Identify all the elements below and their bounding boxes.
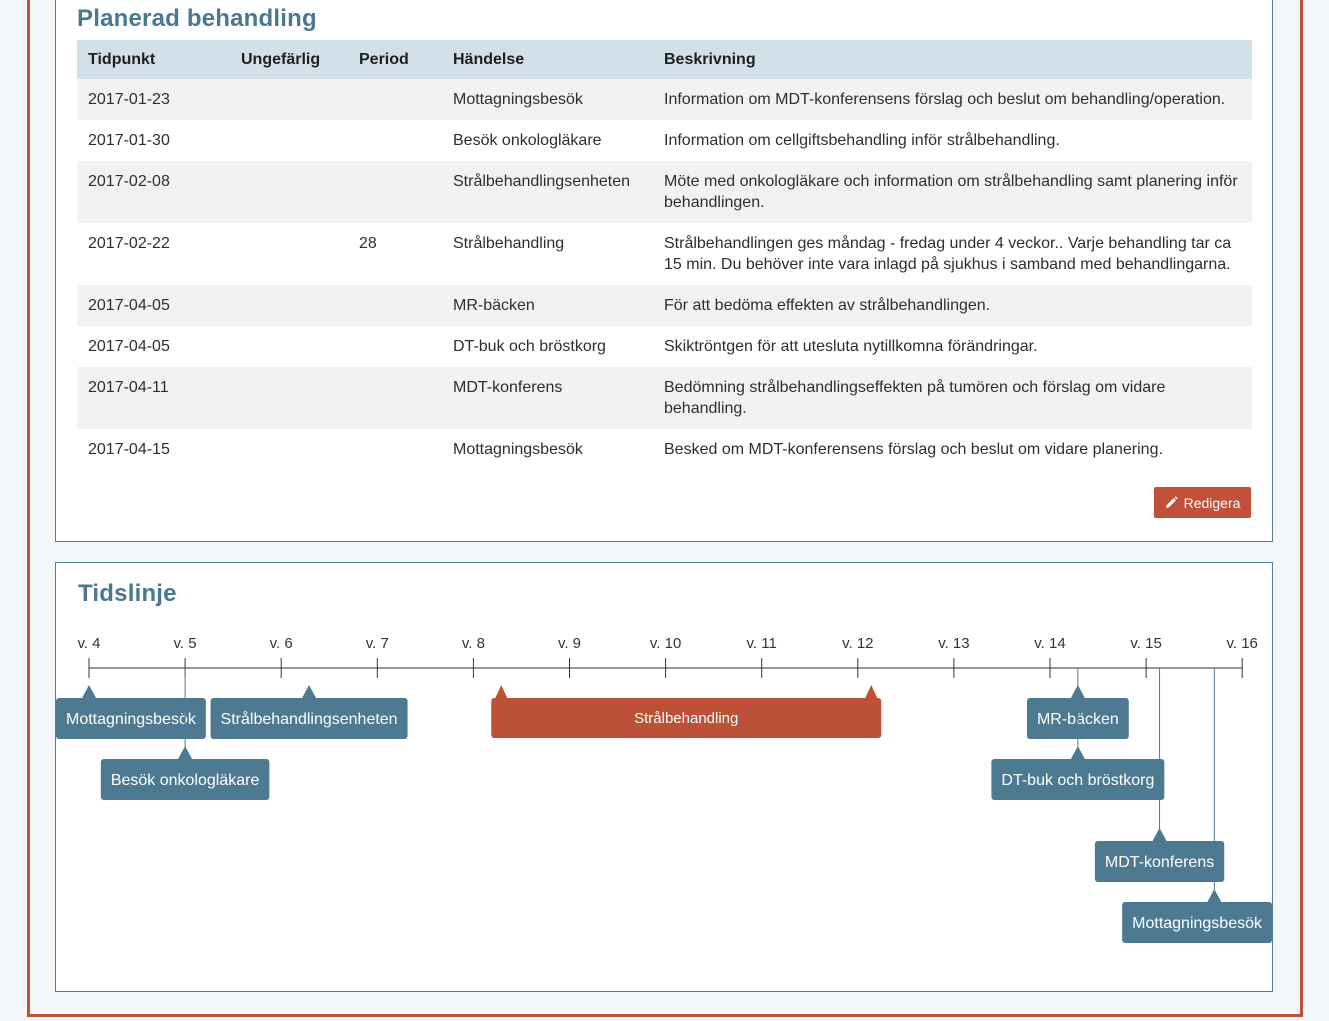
cell-approx <box>230 367 348 429</box>
cell-approx <box>230 161 348 223</box>
event-tag[interactable] <box>1026 698 1129 739</box>
cell-approx <box>230 285 348 326</box>
table-row: 2017-01-23 Mottagningsbesök Information om… <box>77 79 1252 120</box>
cell-event: MDT-konferens <box>442 367 653 429</box>
cell-time: 2017-04-15 <box>88 441 170 458</box>
event-tag[interactable] <box>1094 841 1225 882</box>
column-header-time: Tidpunkt <box>77 40 230 79</box>
table-row: 2017-04-11 MDT-konferens Bedömning strålbe… <box>77 367 1252 429</box>
cell-event: Mottagningsbesök <box>442 79 653 120</box>
planned-treatment-panel: Planerad behandling Tidpunkt Ungefärlig … <box>55 0 1273 542</box>
cell-event: DT-buk och bröstkorg <box>453 338 606 355</box>
cell-period <box>348 161 442 223</box>
cell-approx <box>230 326 348 367</box>
cell-approx <box>230 120 348 161</box>
table-row: 2017-02-22 28 Strålbehandling Strålbehandli… <box>77 223 1252 285</box>
table-row: 2017-04-15 Mottagningsbesök Besked om MDT-… <box>77 429 1252 470</box>
cell-period <box>348 120 442 161</box>
event-tag[interactable] <box>991 759 1165 800</box>
column-header-approx: Ungefärlig <box>230 40 348 79</box>
table-header-row: Tidpunkt Ungefärlig Period Händelse Besk… <box>77 40 1252 79</box>
cell-period <box>348 79 442 120</box>
cell-time: 2017-02-08 <box>77 161 230 223</box>
cell-time: 2017-04-05 <box>88 338 170 355</box>
pencil-icon <box>1165 496 1178 509</box>
edit-button[interactable]: Redigera <box>1154 487 1251 518</box>
table-row: 2017-04-05 DT-buk och bröstkorg Skiktröntg… <box>77 326 1252 367</box>
cell-event: Besök onkologläkare <box>453 132 602 149</box>
cell-description: Strålbehandlingen ges måndag - fredag un… <box>664 235 1232 273</box>
cell-time: 2017-01-23 <box>77 79 230 120</box>
cell-description: Möte med onkologläkare och information o… <box>653 161 1252 223</box>
cell-event: Mottagningsbesök <box>453 441 583 458</box>
edit-button-label: Redigera <box>1183 494 1241 511</box>
cell-time: 2017-01-30 <box>88 132 170 149</box>
cell-time: 2017-04-05 <box>77 285 230 326</box>
cell-description: För att bedöma effekten av strålbehandli… <box>653 285 1252 326</box>
table-row: 2017-01-30 Besök onkologläkare Information… <box>77 120 1252 161</box>
cell-period: 28 <box>359 235 377 252</box>
event-tag[interactable] <box>100 759 270 800</box>
cell-description: Bedömning strålbehandlingseffekten på tu… <box>653 367 1252 429</box>
cell-approx <box>230 429 348 470</box>
column-header-description: Beskrivning <box>653 40 1252 79</box>
cell-period <box>348 285 442 326</box>
cell-period <box>348 326 442 367</box>
cell-period <box>348 367 442 429</box>
planned-treatment-title: Planerad behandling <box>77 5 317 32</box>
cell-time: 2017-02-22 <box>88 235 170 252</box>
cell-description: Information om cellgiftsbehandling inför… <box>664 132 1060 149</box>
cell-approx <box>230 79 348 120</box>
cell-approx <box>230 223 348 285</box>
cell-description: Besked om MDT-konferensens förslag och b… <box>664 441 1163 458</box>
planned-treatment-table: Tidpunkt Ungefärlig Period Händelse Besk… <box>77 40 1252 470</box>
column-header-event: Händelse <box>442 40 653 79</box>
cell-event: Strålbehandlingsenheten <box>442 161 653 223</box>
timeline-title: Tidslinje <box>78 580 177 607</box>
cell-description: Skiktröntgen för att utesluta nytillkomn… <box>664 338 1038 355</box>
cell-period <box>348 429 442 470</box>
cell-time: 2017-04-11 <box>77 367 230 429</box>
cell-event: MR-bäcken <box>442 285 653 326</box>
table-row: 2017-04-05 MR-bäcken För att bedöma effekt… <box>77 285 1252 326</box>
table-row: 2017-02-08 Strålbehandlingsenheten Möte me… <box>77 161 1252 223</box>
event-tag[interactable] <box>1122 902 1272 943</box>
cell-description: Information om MDT-konferensens förslag … <box>653 79 1252 120</box>
column-header-period: Period <box>348 40 442 79</box>
cell-event: Strålbehandling <box>453 235 565 252</box>
event-tag[interactable] <box>210 698 408 739</box>
event-tag[interactable] <box>56 698 206 739</box>
